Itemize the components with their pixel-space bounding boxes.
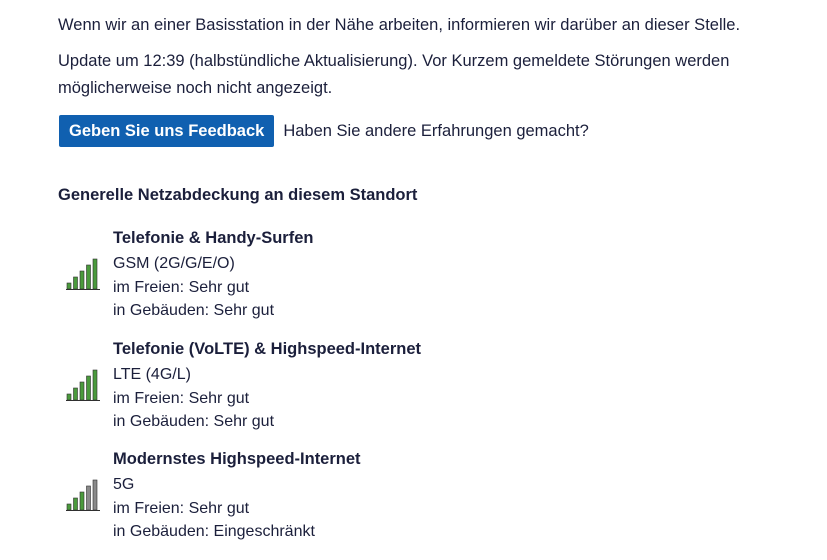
signal-bar — [66, 393, 72, 401]
signal-bars-icon — [66, 258, 100, 290]
coverage-item-outdoor: im Freien: Sehr gut — [113, 279, 250, 296]
update-info-line1: Update um 12:39 (halbstündliche Aktualis… — [58, 52, 730, 70]
coverage-item-outdoor: im Freien: Sehr gut — [113, 500, 250, 517]
coverage-item-indoor: in Gebäuden: Eingeschränkt — [113, 523, 315, 540]
signal-bar — [79, 491, 85, 511]
signal-bar — [92, 369, 98, 401]
coverage-item-indoor: in Gebäuden: Sehr gut — [113, 302, 275, 319]
signal-bars-icon — [66, 479, 100, 511]
signal-bar — [73, 497, 78, 511]
coverage-item-title: Telefonie & Handy-Surfen — [113, 229, 314, 247]
update-info-line2: möglicherweise noch nicht angezeigt. — [58, 79, 333, 97]
signal-bar — [79, 381, 85, 401]
network-status-page: Wenn wir an einer Basisstation in der Nä… — [0, 0, 827, 558]
update-info: Update um 12:39 (halbstündliche Aktualis… — [58, 48, 729, 102]
coverage-title: Generelle Netzabdeckung an diesem Stando… — [58, 186, 418, 204]
feedback-row: Geben Sie uns Feedback Haben Sie andere … — [59, 115, 589, 147]
coverage-item-technology: GSM (2G/G/E/O) — [113, 255, 235, 272]
coverage-item-technology: LTE (4G/L) — [113, 366, 191, 383]
signal-bar — [92, 479, 98, 511]
signal-bar — [86, 485, 91, 511]
coverage-item-title: Modernstes Highspeed-Internet — [113, 450, 361, 468]
signal-bar — [73, 276, 78, 290]
feedback-prompt: Haben Sie andere Erfahrungen gemacht? — [283, 121, 589, 140]
coverage-item-lte: Telefonie (VoLTE) & Highspeed-Internet L… — [58, 340, 758, 450]
signal-bar — [86, 264, 91, 290]
maintenance-info: Wenn wir an einer Basisstation in der Nä… — [58, 16, 741, 34]
coverage-item-indoor: in Gebäuden: Sehr gut — [113, 413, 275, 430]
signal-bar — [66, 282, 72, 290]
signal-bar — [79, 270, 85, 290]
feedback-button[interactable]: Geben Sie uns Feedback — [59, 115, 275, 147]
coverage-item-outdoor: im Freien: Sehr gut — [113, 390, 250, 407]
coverage-item-gsm: Telefonie & Handy-Surfen GSM (2G/G/E/O) … — [58, 229, 758, 339]
coverage-item-technology: 5G — [113, 476, 135, 493]
signal-bar — [86, 375, 91, 401]
signal-bars-icon — [66, 369, 100, 401]
coverage-item-title: Telefonie (VoLTE) & Highspeed-Internet — [113, 340, 422, 358]
signal-bar — [66, 503, 72, 511]
signal-bar — [73, 387, 78, 401]
signal-bar — [92, 258, 98, 290]
coverage-item-5g: Modernstes Highspeed-Internet 5G im Frei… — [58, 450, 758, 560]
